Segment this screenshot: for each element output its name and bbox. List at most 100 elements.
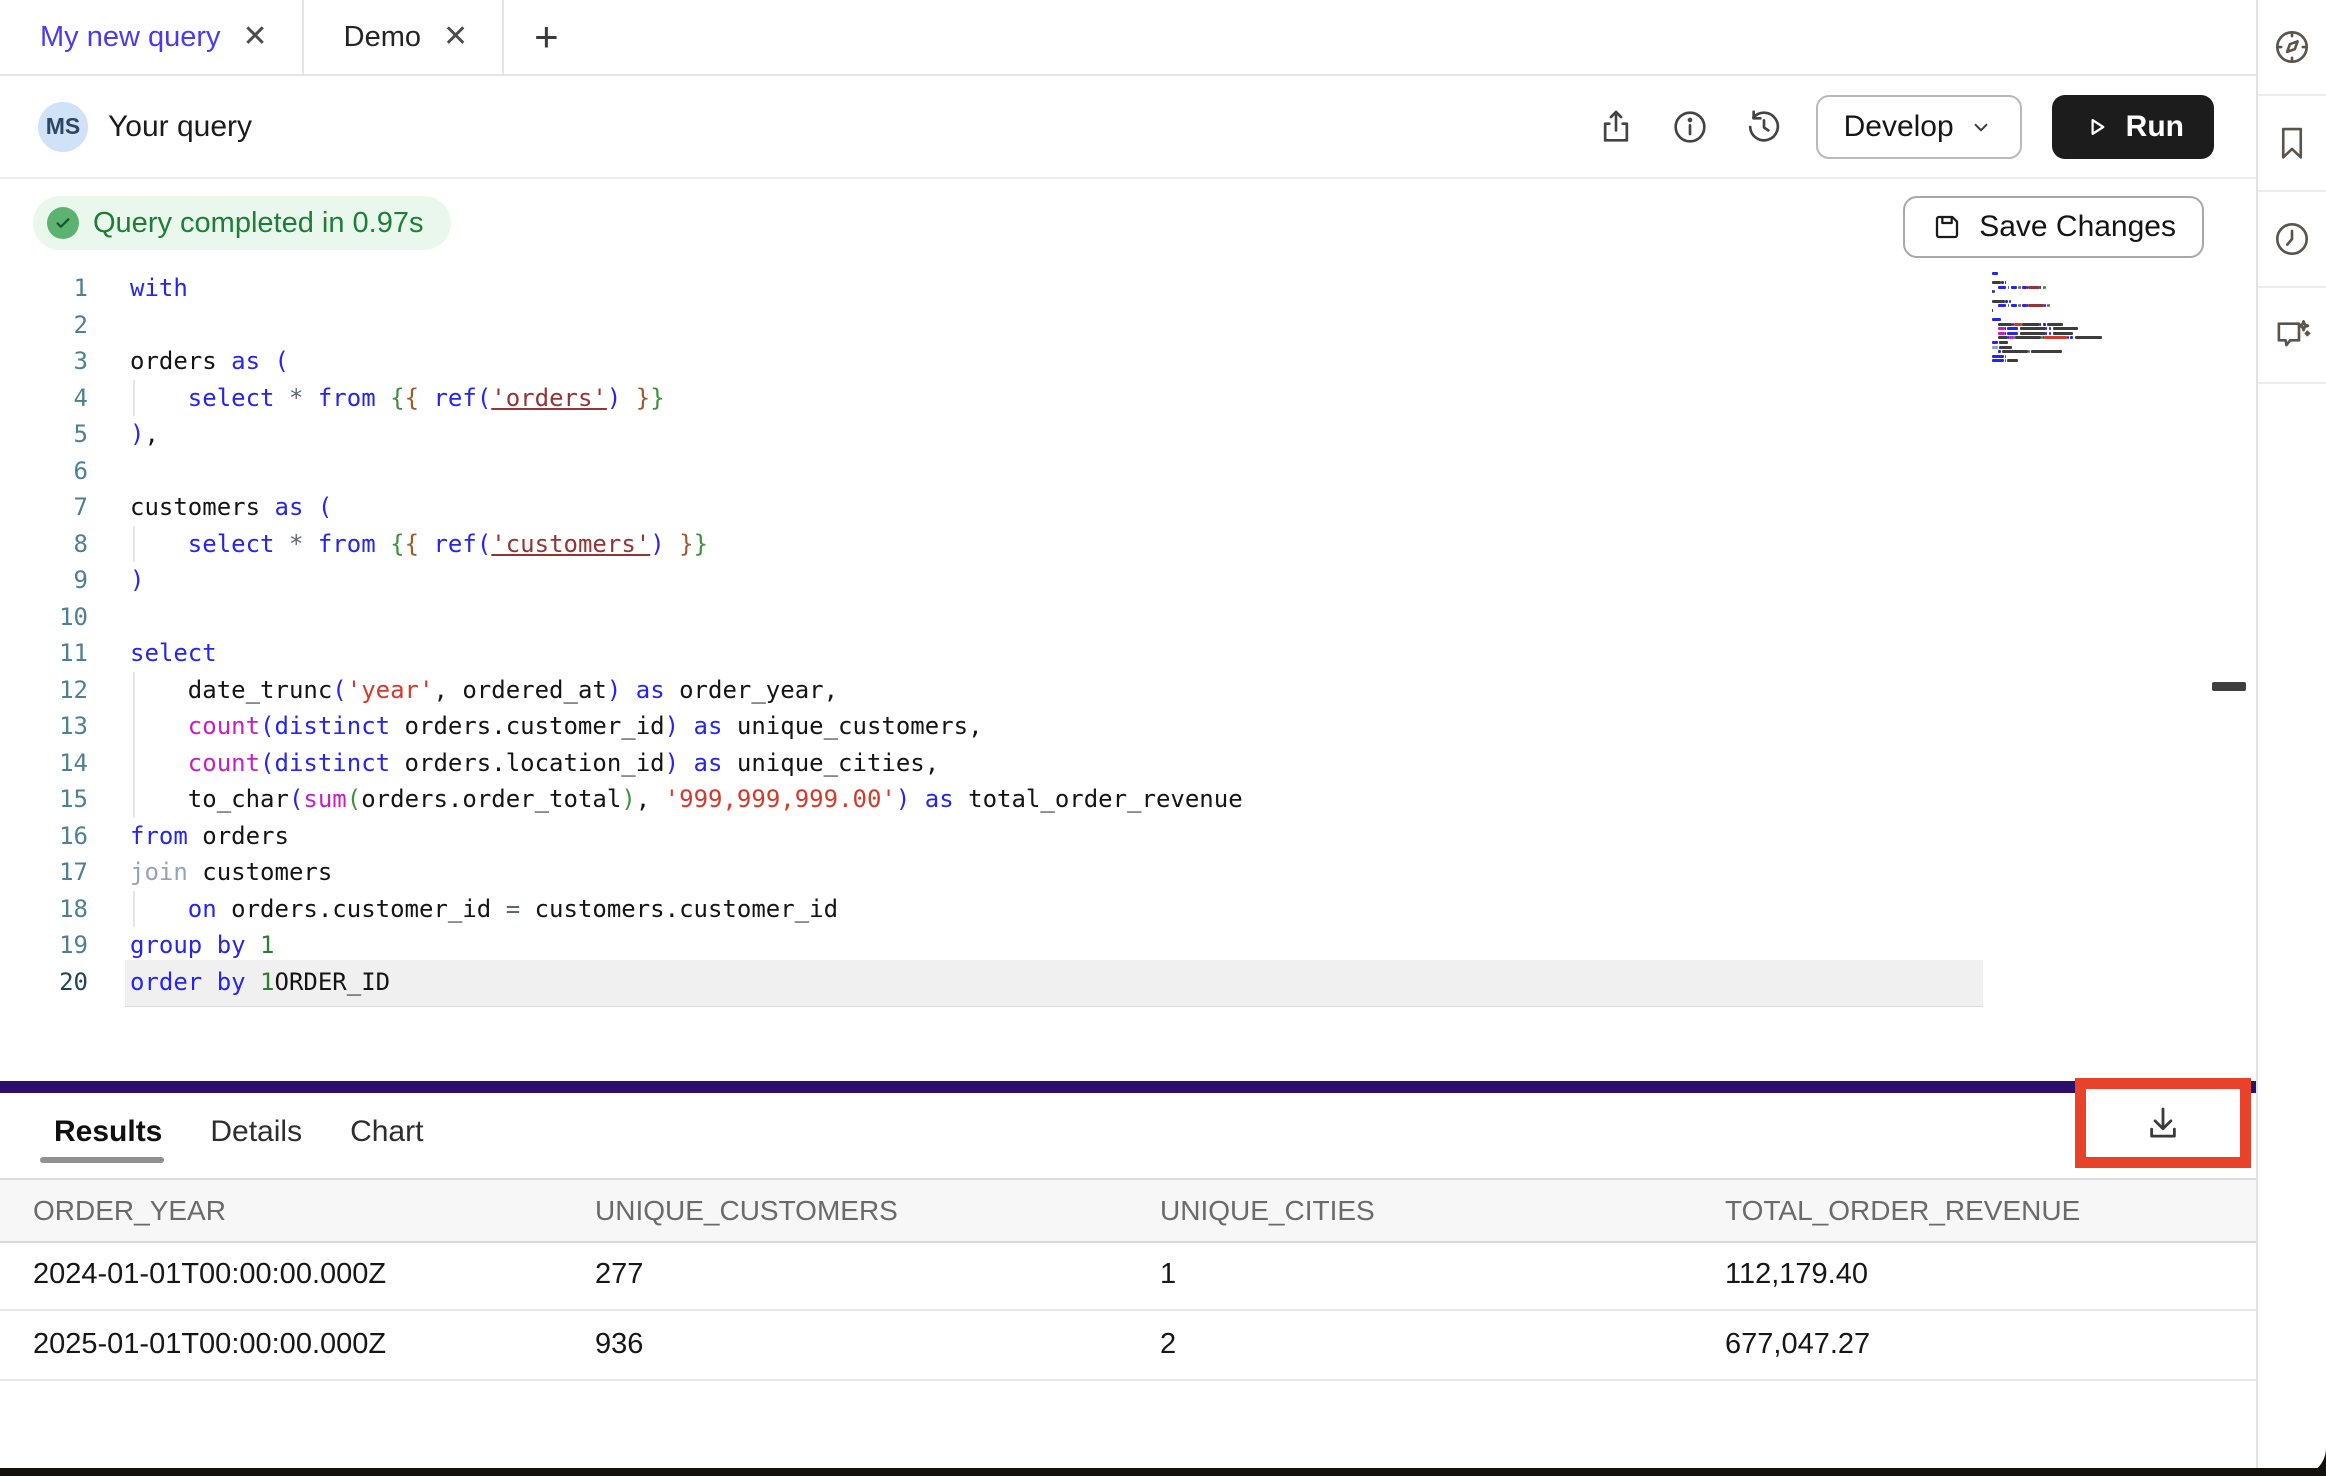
line-number: 3 <box>0 343 88 380</box>
code-line: 9) <box>0 562 2256 599</box>
code-text: on orders.customer_id = customers.custom… <box>130 891 838 928</box>
toolbar-actions: Develop Run <box>1594 95 2214 159</box>
page-title: Your query <box>108 110 252 144</box>
share-icon[interactable] <box>1594 105 1638 149</box>
code-text: customers as ( <box>130 489 332 526</box>
code-line: 5), <box>0 416 2256 453</box>
check-icon <box>47 207 79 239</box>
table-cell: 1 <box>1127 1258 1692 1291</box>
tab-demo[interactable]: Demo ✕ <box>304 0 505 74</box>
tab-label: Demo <box>344 21 421 54</box>
code-line: 16 from orders <box>0 818 2256 855</box>
line-number: 14 <box>0 745 88 782</box>
compass-icon[interactable] <box>2258 0 2326 96</box>
line-number: 10 <box>0 599 88 636</box>
table-row: 2024-01-01T00:00:00.000Z2771112,179.40 <box>0 1239 2256 1311</box>
code-text: select * from {{ ref('customers') }} <box>130 526 708 563</box>
code-text: select * from {{ ref('orders') }} <box>130 380 665 417</box>
status-text: Query completed in 0.97s <box>93 207 423 240</box>
line-number: 9 <box>0 562 88 599</box>
tab-details[interactable]: Details <box>210 1115 302 1149</box>
clock-icon[interactable] <box>2258 192 2326 288</box>
code-line: 3 orders as ( <box>0 343 2256 380</box>
line-number: 7 <box>0 489 88 526</box>
code-line: 1 with <box>0 270 2256 307</box>
line-number: 13 <box>0 708 88 745</box>
code-area[interactable]: 1 with 23 orders as (4 select * from {{ ref… <box>0 270 2256 1000</box>
save-icon <box>1931 211 1963 243</box>
code-line: 7 customers as ( <box>0 489 2256 526</box>
tab-chart[interactable]: Chart <box>350 1115 423 1149</box>
run-label: Run <box>2126 110 2184 144</box>
line-number: 17 <box>0 854 88 891</box>
line-number: 16 <box>0 818 88 855</box>
code-line: 11select <box>0 635 2256 672</box>
code-line: 20order by 1ORDER_ID <box>0 964 2256 1001</box>
ai-chat-icon[interactable] <box>2258 288 2326 384</box>
table-cell: 2 <box>1127 1328 1692 1361</box>
code-line: 12 date_trunc('year', ordered_at) as ord… <box>0 672 2256 709</box>
column-header: ORDER_YEAR <box>0 1195 562 1227</box>
code-text: count(distinct orders.location_id) as un… <box>130 745 939 782</box>
window-bottom-edge <box>0 1468 2326 1476</box>
run-button[interactable]: Run <box>2052 95 2214 159</box>
code-line: 10 <box>0 599 2256 636</box>
table-cell: 112,179.40 <box>1692 1258 2256 1291</box>
code-text: from orders <box>130 818 289 855</box>
bookmark-icon[interactable] <box>2258 96 2326 192</box>
code-text: with <box>130 270 188 307</box>
code-line: 15 to_char(sum(orders.order_total), '999… <box>0 781 2256 818</box>
status-badge: Query completed in 0.97s <box>33 196 451 250</box>
close-icon[interactable]: ✕ <box>443 22 468 52</box>
code-line: 4 select * from {{ ref('orders') }} <box>0 380 2256 417</box>
results-table-header: ORDER_YEARUNIQUE_CUSTOMERSUNIQUE_CITIEST… <box>0 1178 2256 1243</box>
tab-my-new-query[interactable]: My new query ✕ <box>0 0 304 74</box>
active-tab-underline <box>40 1157 164 1163</box>
close-icon[interactable]: ✕ <box>243 22 268 52</box>
chevron-down-icon <box>1968 114 1994 140</box>
results-tab-bar: Results Details Chart <box>54 1115 423 1149</box>
table-cell: 936 <box>562 1328 1127 1361</box>
code-line: 13 count(distinct orders.customer_id) as… <box>0 708 2256 745</box>
column-header: UNIQUE_CITIES <box>1127 1195 1692 1227</box>
save-changes-button[interactable]: Save Changes <box>1903 196 2204 258</box>
code-line: 17 join customers <box>0 854 2256 891</box>
info-icon[interactable] <box>1668 105 1712 149</box>
panel-resize-divider[interactable] <box>0 1081 2256 1093</box>
tab-results[interactable]: Results <box>54 1115 162 1149</box>
line-number: 15 <box>0 781 88 818</box>
column-header: UNIQUE_CUSTOMERS <box>562 1195 1127 1227</box>
code-line: 8 select * from {{ ref('customers') }} <box>0 526 2256 563</box>
line-number: 8 <box>0 526 88 563</box>
save-label: Save Changes <box>1979 210 2176 244</box>
download-results-button[interactable] <box>2141 1101 2185 1145</box>
line-number: 20 <box>0 964 88 1001</box>
code-text: join customers <box>130 854 332 891</box>
annotation-highlight-box <box>2075 1078 2251 1168</box>
main-column: My new query ✕ Demo ✕ + MS Your query <box>0 0 2258 1476</box>
sql-editor[interactable]: Query completed in 0.97s Save Changes 1 w… <box>0 179 2256 1081</box>
history-icon[interactable] <box>1742 105 1786 149</box>
table-cell: 2025-01-01T00:00:00.000Z <box>0 1328 562 1361</box>
new-tab-button[interactable]: + <box>504 0 589 74</box>
line-number: 2 <box>0 307 88 344</box>
code-text: ), <box>130 416 159 453</box>
line-number: 18 <box>0 891 88 928</box>
download-icon <box>2142 1102 2184 1144</box>
query-toolbar: MS Your query <box>0 76 2256 179</box>
table-cell: 677,047.27 <box>1692 1328 2256 1361</box>
table-cell: 277 <box>562 1258 1127 1291</box>
scrollbar-handle[interactable] <box>2212 682 2246 691</box>
line-number: 1 <box>0 270 88 307</box>
develop-dropdown[interactable]: Develop <box>1816 95 2022 159</box>
line-number: 5 <box>0 416 88 453</box>
code-line: 6 <box>0 453 2256 490</box>
right-sidebar <box>2258 0 2326 1476</box>
code-text: group by 1 <box>130 927 275 964</box>
code-text: orders as ( <box>130 343 289 380</box>
minimap[interactable] <box>1988 268 2130 378</box>
code-text: count(distinct orders.customer_id) as un… <box>130 708 983 745</box>
play-icon <box>2082 112 2112 142</box>
code-text: ) <box>130 562 144 599</box>
tab-label: My new query <box>40 21 221 54</box>
